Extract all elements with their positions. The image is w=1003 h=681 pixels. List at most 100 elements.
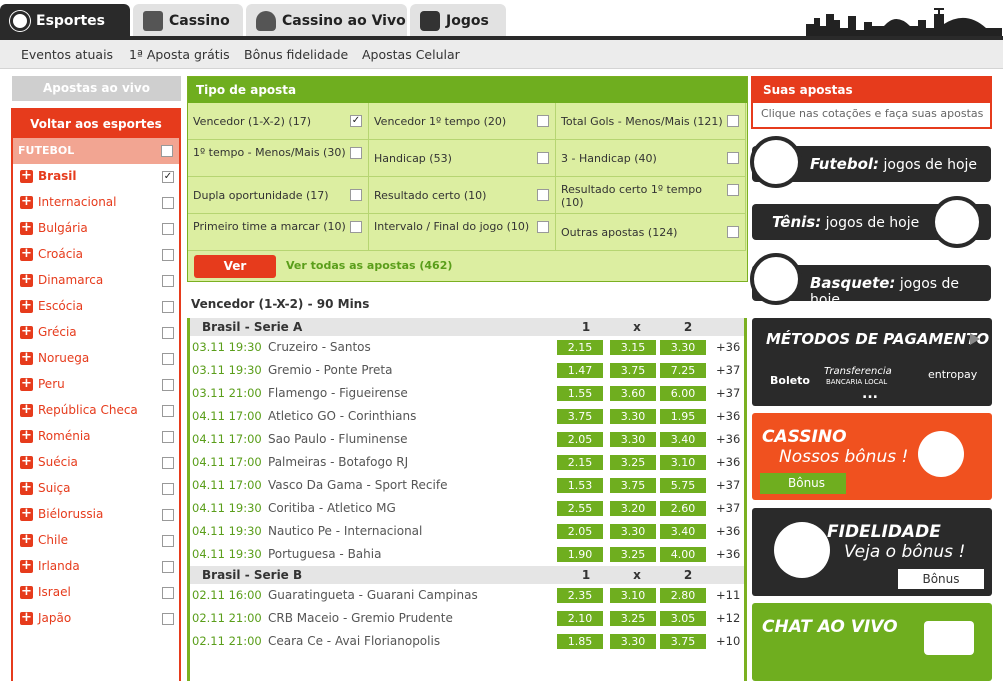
odd-away-button[interactable]: 1.95 [660,409,706,424]
match-teams[interactable]: Palmeiras - Botafogo RJ [268,455,408,469]
more-markets-link[interactable]: +37 [716,478,740,492]
expand-plus-icon[interactable]: + [20,273,33,287]
odd-away-button[interactable]: 3.40 [660,432,706,447]
odd-away-button[interactable]: 3.75 [660,634,706,649]
country-name[interactable]: Noruega [38,351,89,365]
ver-todas-link[interactable]: Ver todas as apostas (462) [286,259,452,272]
country-name[interactable]: Irlanda [38,559,80,573]
expand-plus-icon[interactable]: + [20,299,33,313]
odd-draw-button[interactable]: 3.30 [610,634,656,649]
subnav-apostas-celular[interactable]: Apostas Celular [362,47,460,62]
odd-draw-button[interactable]: 3.25 [610,455,656,470]
live-bets-button[interactable]: Apostas ao vivo [12,76,181,101]
back-to-sports-button[interactable]: Voltar aos esportes [13,110,179,138]
odd-draw-button[interactable]: 3.30 [610,409,656,424]
match-teams[interactable]: Guaratingueta - Guarani Campinas [268,588,478,602]
bet-type-option[interactable]: Handicap (53) [369,140,556,177]
bet-type-checkbox[interactable] [727,152,739,164]
odd-draw-button[interactable]: 3.10 [610,588,656,603]
country-item[interactable]: + Biélorussia [13,502,179,528]
bet-type-option[interactable]: 1º tempo - Menos/Mais (30) [188,140,369,177]
odd-home-button[interactable]: 2.05 [557,524,603,539]
country-item[interactable]: + Bulgária [13,216,179,242]
country-checkbox[interactable] [162,587,174,599]
bet-type-checkbox[interactable] [727,184,739,196]
country-item[interactable]: + Roménia [13,424,179,450]
country-name[interactable]: Roménia [38,429,91,443]
country-checkbox[interactable] [162,327,174,339]
odd-away-button[interactable]: 7.25 [660,363,706,378]
country-checkbox[interactable] [162,353,174,365]
cassino-bonus-banner[interactable]: CASSINO Nossos bônus ! Bônus [752,413,992,500]
tab-cassino[interactable]: Cassino [133,4,243,38]
tab-jogos[interactable]: Jogos [410,4,506,38]
odd-away-button[interactable]: 3.10 [660,455,706,470]
country-checkbox[interactable] [162,405,174,417]
country-checkbox[interactable] [162,249,174,261]
bet-type-option[interactable]: 3 - Handicap (40) [556,140,746,177]
country-item[interactable]: + Peru [13,372,179,398]
country-item[interactable]: + Israel [13,580,179,606]
sport-header-futebol[interactable]: FUTEBOL [13,138,179,164]
country-checkbox[interactable] [162,223,174,235]
bet-type-checkbox[interactable] [727,115,739,127]
expand-plus-icon[interactable]: + [20,559,33,573]
odd-draw-button[interactable]: 3.75 [610,363,656,378]
chat-ao-vivo-banner[interactable]: CHAT AO VIVO [752,603,992,681]
odd-away-button[interactable]: 2.80 [660,588,706,603]
odd-away-button[interactable]: 2.60 [660,501,706,516]
country-item[interactable]: + Irlanda [13,554,179,580]
expand-plus-icon[interactable]: + [20,455,33,469]
more-markets-link[interactable]: +37 [716,501,740,515]
match-teams[interactable]: Cruzeiro - Santos [268,340,371,354]
country-name[interactable]: República Checa [38,403,138,417]
country-checkbox[interactable] [162,613,174,625]
country-item[interactable]: + Internacional [13,190,179,216]
bet-type-option[interactable]: Outras apostas (124) [556,214,746,251]
fidelidade-bonus-button[interactable]: Bônus [898,569,984,589]
match-teams[interactable]: Gremio - Ponte Preta [268,363,392,377]
match-teams[interactable]: Atletico GO - Corinthians [268,409,416,423]
country-name[interactable]: Brasil [38,169,77,183]
expand-plus-icon[interactable]: + [20,585,33,599]
expand-plus-icon[interactable]: + [20,403,33,417]
bet-type-option[interactable]: Resultado certo 1º tempo (10) [556,177,746,214]
country-name[interactable]: Grécia [38,325,77,339]
country-name[interactable]: Internacional [38,195,116,209]
subnav-bonus-fidelidade[interactable]: Bônus fidelidade [244,47,348,62]
expand-plus-icon[interactable]: + [20,351,33,365]
expand-plus-icon[interactable]: + [20,325,33,339]
more-markets-link[interactable]: +37 [716,386,740,400]
country-item[interactable]: + Grécia [13,320,179,346]
expand-plus-icon[interactable]: + [20,221,33,235]
more-markets-link[interactable]: +36 [716,409,740,423]
fidelidade-bonus-banner[interactable]: FIDELIDADE Veja o bônus ! Bônus [752,508,992,596]
odd-draw-button[interactable]: 3.15 [610,340,656,355]
bet-type-option[interactable]: Total Gols - Menos/Mais (121) [556,103,746,140]
match-teams[interactable]: Ceara Ce - Avai Florianopolis [268,634,440,648]
more-markets-link[interactable]: +36 [716,432,740,446]
odd-away-button[interactable]: 3.30 [660,340,706,355]
country-item[interactable]: + República Checa [13,398,179,424]
odd-home-button[interactable]: 1.53 [557,478,603,493]
country-checkbox[interactable] [162,483,174,495]
expand-plus-icon[interactable]: + [20,247,33,261]
country-name[interactable]: Israel [38,585,71,599]
bet-type-checkbox[interactable] [537,189,549,201]
bet-type-checkbox[interactable] [350,221,362,233]
odd-home-button[interactable]: 2.15 [557,455,603,470]
odd-away-button[interactable]: 3.40 [660,524,706,539]
bet-type-checkbox[interactable] [727,226,739,238]
subnav-eventos-atuais[interactable]: Eventos atuais [21,47,113,62]
bet-type-option[interactable]: Vencedor (1-X-2) (17) ✓ [188,103,369,140]
match-teams[interactable]: Vasco Da Gama - Sport Recife [268,478,447,492]
more-markets-link[interactable]: +12 [716,611,740,625]
odd-draw-button[interactable]: 3.25 [610,611,656,626]
expand-plus-icon[interactable]: + [20,611,33,625]
country-checkbox[interactable]: ✓ [162,171,174,183]
bet-type-checkbox[interactable] [537,221,549,233]
bet-type-option[interactable]: Dupla oportunidade (17) [188,177,369,214]
bet-type-option[interactable]: Primeiro time a marcar (10) [188,214,369,251]
subnav-primeira-aposta[interactable]: 1ª Aposta grátis [129,47,230,62]
more-markets-link[interactable]: +36 [716,547,740,561]
